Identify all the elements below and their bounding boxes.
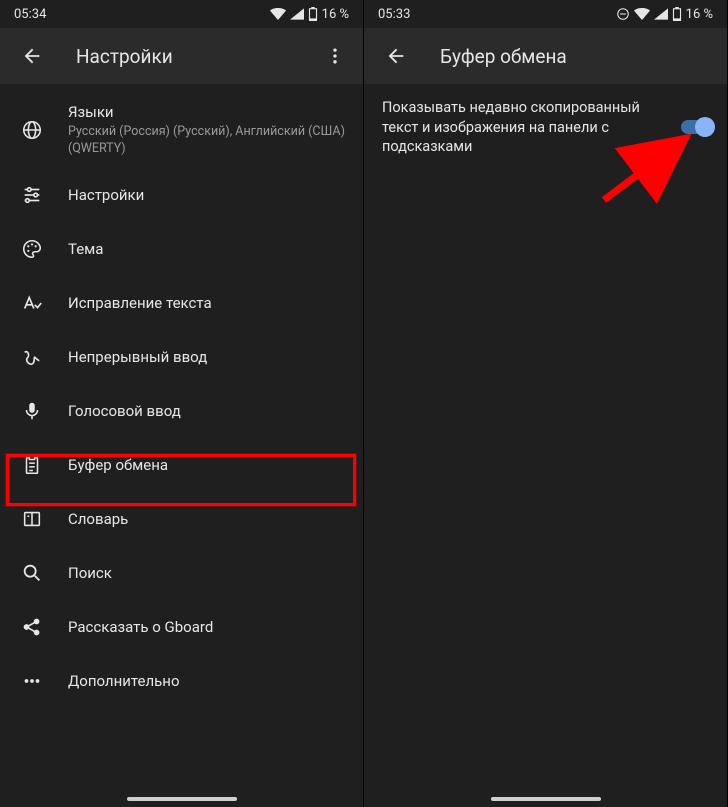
item-title: Дополнительно <box>68 671 347 691</box>
item-title: Рассказать о Gboard <box>68 617 347 637</box>
battery-icon <box>308 7 318 21</box>
more-horiz-icon <box>20 669 44 693</box>
item-title: Словарь <box>68 509 347 529</box>
list-item-voice-input[interactable]: Голосовой ввод <box>0 384 363 438</box>
left-phone: 05:34 16 % Настройки Языки Русский (Росс… <box>0 0 364 807</box>
list-item-glide-typing[interactable]: Непрерывный ввод <box>0 330 363 384</box>
item-title: Поиск <box>68 563 347 583</box>
signal-icon <box>654 8 668 20</box>
globe-icon <box>20 118 44 142</box>
book-icon <box>20 507 44 531</box>
toggle-switch[interactable] <box>679 117 715 137</box>
list-item-dictionary[interactable]: Словарь <box>0 492 363 546</box>
list-item-search[interactable]: Поиск <box>0 546 363 600</box>
text-correct-icon <box>20 291 44 315</box>
battery-icon <box>672 7 682 21</box>
list-item-advanced[interactable]: Дополнительно <box>0 654 363 708</box>
item-title: Голосовой ввод <box>68 401 347 421</box>
status-indicators: 16 % <box>270 7 349 22</box>
tune-icon <box>20 183 44 207</box>
item-title: Непрерывный ввод <box>68 347 347 367</box>
list-item-theme[interactable]: Тема <box>0 222 363 276</box>
battery-text: 16 % <box>686 7 713 22</box>
list-item-languages[interactable]: Языки Русский (Россия) (Русский), Англий… <box>0 92 363 168</box>
option-show-clipboard[interactable]: Показывать недавно скопированный текст и… <box>364 84 727 171</box>
list-item-share[interactable]: Рассказать о Gboard <box>0 600 363 654</box>
gesture-icon <box>20 345 44 369</box>
app-bar: Буфер обмена <box>364 28 727 84</box>
palette-icon <box>20 237 44 261</box>
nav-handle[interactable] <box>491 797 601 801</box>
battery-text: 16 % <box>322 7 349 22</box>
status-bar: 05:33 16 % <box>364 0 727 28</box>
status-bar: 05:34 16 % <box>0 0 363 28</box>
status-time: 05:33 <box>378 7 410 22</box>
app-bar: Настройки <box>0 28 363 84</box>
item-subtitle: Русский (Россия) (Русский), Английский (… <box>68 124 347 158</box>
wifi-icon <box>634 8 650 20</box>
back-button[interactable] <box>376 36 416 76</box>
status-indicators: 16 % <box>616 7 713 22</box>
list-item-clipboard[interactable]: Буфер обмена <box>0 438 363 492</box>
right-phone: 05:33 16 % Буфер обмена Показывать недав… <box>364 0 728 807</box>
item-title: Тема <box>68 239 347 259</box>
page-title: Настройки <box>76 45 291 68</box>
option-label: Показывать недавно скопированный текст и… <box>382 98 667 157</box>
item-title: Буфер обмена <box>68 455 347 475</box>
more-vert-icon <box>325 46 345 66</box>
arrow-back-icon <box>21 45 43 67</box>
signal-icon <box>290 8 304 20</box>
status-time: 05:34 <box>14 7 46 22</box>
list-item-settings[interactable]: Настройки <box>0 168 363 222</box>
page-title: Буфер обмена <box>440 45 719 68</box>
overflow-menu-button[interactable] <box>315 36 355 76</box>
item-title: Языки <box>68 102 347 122</box>
clipboard-icon <box>20 453 44 477</box>
settings-list: Языки Русский (Россия) (Русский), Англий… <box>0 84 363 708</box>
arrow-back-icon <box>385 45 407 67</box>
wifi-icon <box>270 8 286 20</box>
item-title: Настройки <box>68 185 347 205</box>
dnd-icon <box>616 7 630 21</box>
list-item-text-correction[interactable]: Исправление текста <box>0 276 363 330</box>
search-icon <box>20 561 44 585</box>
share-icon <box>20 615 44 639</box>
back-button[interactable] <box>12 36 52 76</box>
nav-handle[interactable] <box>127 797 237 801</box>
mic-icon <box>20 399 44 423</box>
switch-thumb <box>695 117 715 137</box>
item-title: Исправление текста <box>68 293 347 313</box>
